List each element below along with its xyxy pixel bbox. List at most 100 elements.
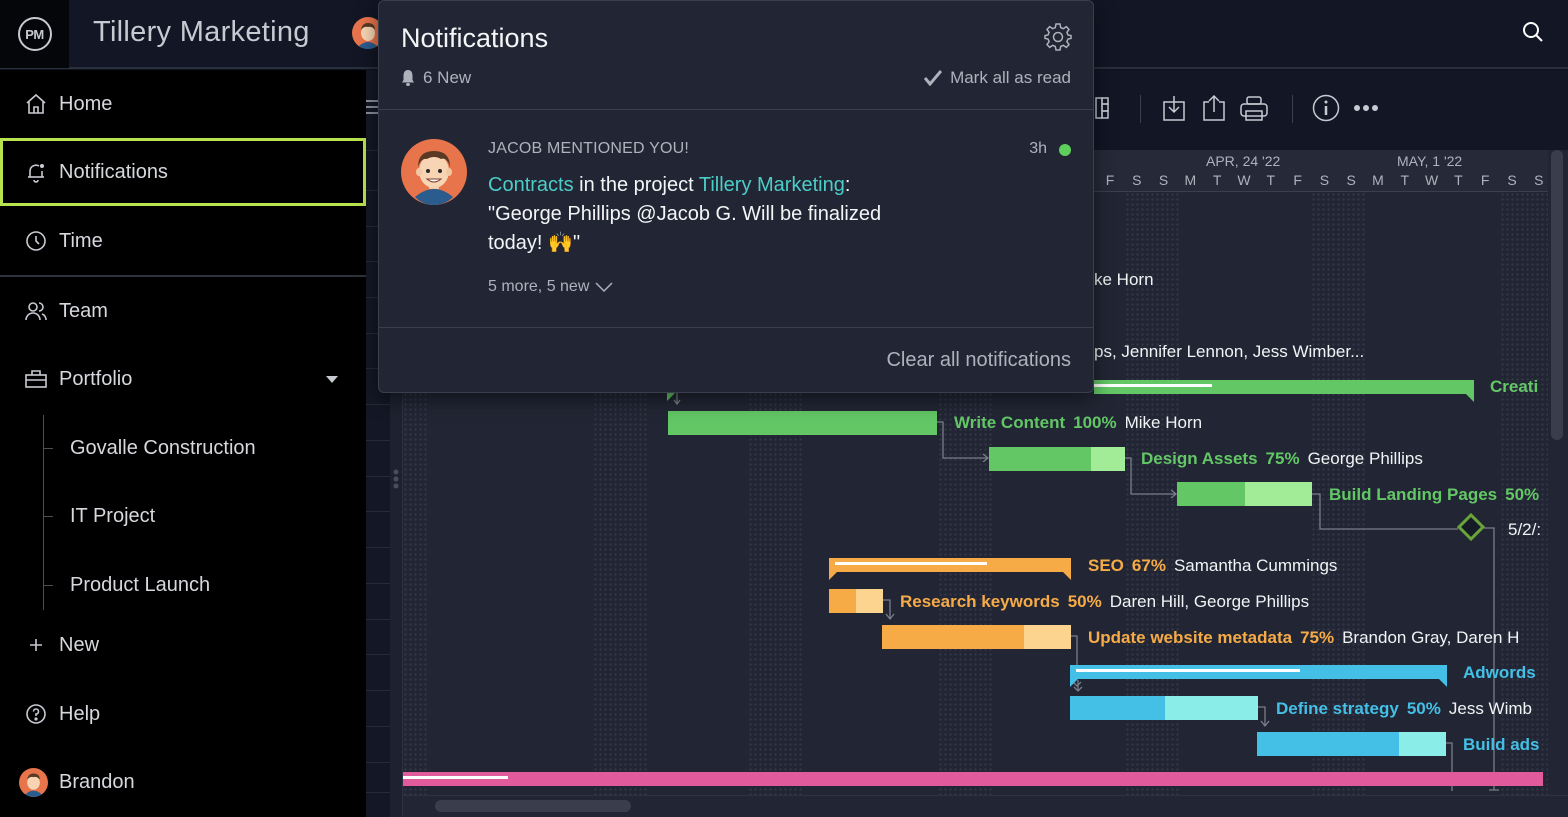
summary-bar-creative[interactable] xyxy=(1094,380,1474,402)
new-count-label: 6 New xyxy=(423,68,472,87)
more-options-icon[interactable] xyxy=(1352,94,1380,122)
briefcase-icon xyxy=(25,370,47,388)
more-label: 5 more, 5 new xyxy=(488,278,590,295)
clear-all-button[interactable]: Clear all notifications xyxy=(886,349,1071,372)
sidebar-item-label: Portfolio xyxy=(59,367,133,390)
gear-icon[interactable] xyxy=(1043,22,1073,52)
sidebar-item-label: Home xyxy=(59,92,113,115)
checkmark-icon xyxy=(924,70,943,86)
sidebar-item-label: Notifications xyxy=(59,160,168,183)
columns-icon[interactable] xyxy=(1090,94,1118,122)
sidebar-item-time[interactable]: Time xyxy=(0,207,366,275)
team-icon xyxy=(25,302,47,321)
task-label: Update website metadata 75% Brandon Gray, … xyxy=(1088,628,1519,648)
sidebar-item-notifications[interactable]: Notifications xyxy=(0,138,366,206)
task-link[interactable]: Contracts xyxy=(488,174,574,196)
task-percent: 50% xyxy=(1505,485,1540,504)
bar-progress xyxy=(1257,732,1399,756)
avatar xyxy=(401,139,467,205)
dependency-arrow xyxy=(1312,493,1458,530)
notification-time: 3h xyxy=(1029,140,1047,157)
task-bar-build-ads[interactable] xyxy=(1257,732,1446,756)
drag-handle-icon[interactable] xyxy=(392,468,400,490)
sidebar-item-team[interactable]: Team xyxy=(0,277,366,345)
summary-progress xyxy=(403,776,508,779)
sidebar-item-label: Help xyxy=(59,702,101,725)
vertical-scrollbar[interactable] xyxy=(1548,150,1568,795)
task-bar-design-assets[interactable] xyxy=(989,447,1125,471)
task-percent: 67% xyxy=(1131,556,1166,575)
scrollbar-thumb[interactable] xyxy=(435,800,631,812)
summary-bar-seo[interactable] xyxy=(829,558,1071,580)
notifications-popup: Notifications 6 New Mark all as read JAC… xyxy=(378,0,1094,393)
bar-progress xyxy=(829,589,856,613)
task-name: Adwords xyxy=(1463,663,1536,682)
day-label: W xyxy=(1424,172,1439,188)
horizontal-scrollbar[interactable] xyxy=(403,795,1568,817)
day-label: T xyxy=(1400,172,1410,188)
task-resource: Mike Horn xyxy=(1124,413,1203,432)
task-label: Research keywords 50% Daren Hill, George P… xyxy=(900,592,1309,612)
task-label: Build ads xyxy=(1463,735,1540,755)
tree-tick xyxy=(43,448,53,449)
summary-cap xyxy=(1439,679,1447,687)
day-label: S xyxy=(1319,172,1330,188)
grid-row-line xyxy=(366,511,390,512)
bar-remaining xyxy=(1091,447,1125,471)
project-link[interactable]: Tillery Marketing xyxy=(699,174,845,196)
project-summary-bar[interactable] xyxy=(403,772,1543,786)
info-icon[interactable] xyxy=(1312,94,1340,122)
summary-bar-adwords[interactable] xyxy=(1070,665,1447,687)
month-label: MAY, 1 '22 xyxy=(1397,153,1463,169)
task-resource-label: ke Horn xyxy=(1094,270,1154,289)
sidebar-item-label: New xyxy=(59,633,100,656)
task-name: Research keywords xyxy=(900,592,1060,611)
dependency-arrow xyxy=(883,599,895,621)
month-label: APR, 24 '22 xyxy=(1206,153,1281,169)
notification-body: Contracts in the project Tillery Marketi… xyxy=(488,171,928,258)
sidebar-item-help[interactable]: Help xyxy=(0,680,366,748)
grid-row-line xyxy=(366,654,390,655)
summary-progress xyxy=(1094,384,1212,387)
popup-title: Notifications xyxy=(401,23,549,53)
sidebar-item-home[interactable]: Home xyxy=(0,70,366,138)
search-icon[interactable] xyxy=(1521,20,1545,44)
task-percent: 50% xyxy=(1067,592,1102,611)
task-bar-research-keywords[interactable] xyxy=(829,589,883,613)
import-icon[interactable] xyxy=(1160,94,1188,122)
day-label: T xyxy=(1454,172,1463,188)
task-bar-define-strategy[interactable] xyxy=(1070,696,1258,720)
day-label: F xyxy=(1480,172,1490,188)
divider xyxy=(379,109,1093,110)
share-icon[interactable] xyxy=(1200,94,1228,122)
chevron-down-icon[interactable] xyxy=(326,376,338,383)
task-bar-build-landing-pages[interactable] xyxy=(1177,482,1312,506)
task-bar-update-metadata[interactable] xyxy=(882,625,1071,649)
day-label: S xyxy=(1534,172,1544,188)
sidebar-project-govalle[interactable]: Govalle Construction xyxy=(70,437,256,460)
unread-indicator xyxy=(1059,144,1071,156)
summary-progress xyxy=(1076,669,1300,672)
bar-remaining xyxy=(1399,732,1446,756)
expand-more-button[interactable]: 5 more, 5 new xyxy=(488,278,613,296)
sidebar-project-launch[interactable]: Product Launch xyxy=(70,574,210,597)
sidebar-item-portfolio[interactable]: Portfolio xyxy=(0,345,366,413)
task-resource: Samantha Cummings xyxy=(1173,556,1338,575)
bar-remaining xyxy=(1245,482,1312,506)
task-label-creative: Creati xyxy=(1490,377,1539,396)
logo[interactable]: PM xyxy=(0,0,69,68)
dependency-arrow xyxy=(1258,706,1270,728)
summary-cap xyxy=(1063,572,1071,580)
bar-progress xyxy=(989,447,1091,471)
sidebar-item-new[interactable]: New xyxy=(0,611,366,679)
sidebar-project-it[interactable]: IT Project xyxy=(70,505,155,528)
print-icon[interactable] xyxy=(1240,94,1268,122)
help-icon xyxy=(26,704,46,724)
home-icon xyxy=(26,93,46,114)
task-bar-write-content[interactable] xyxy=(668,411,937,435)
scrollbar-thumb[interactable] xyxy=(1551,150,1563,440)
mark-all-read-button[interactable]: Mark all as read xyxy=(924,68,1071,88)
bell-icon xyxy=(28,164,44,183)
sidebar-item-user[interactable]: Brandon xyxy=(0,748,366,816)
day-label: S xyxy=(1346,172,1356,188)
